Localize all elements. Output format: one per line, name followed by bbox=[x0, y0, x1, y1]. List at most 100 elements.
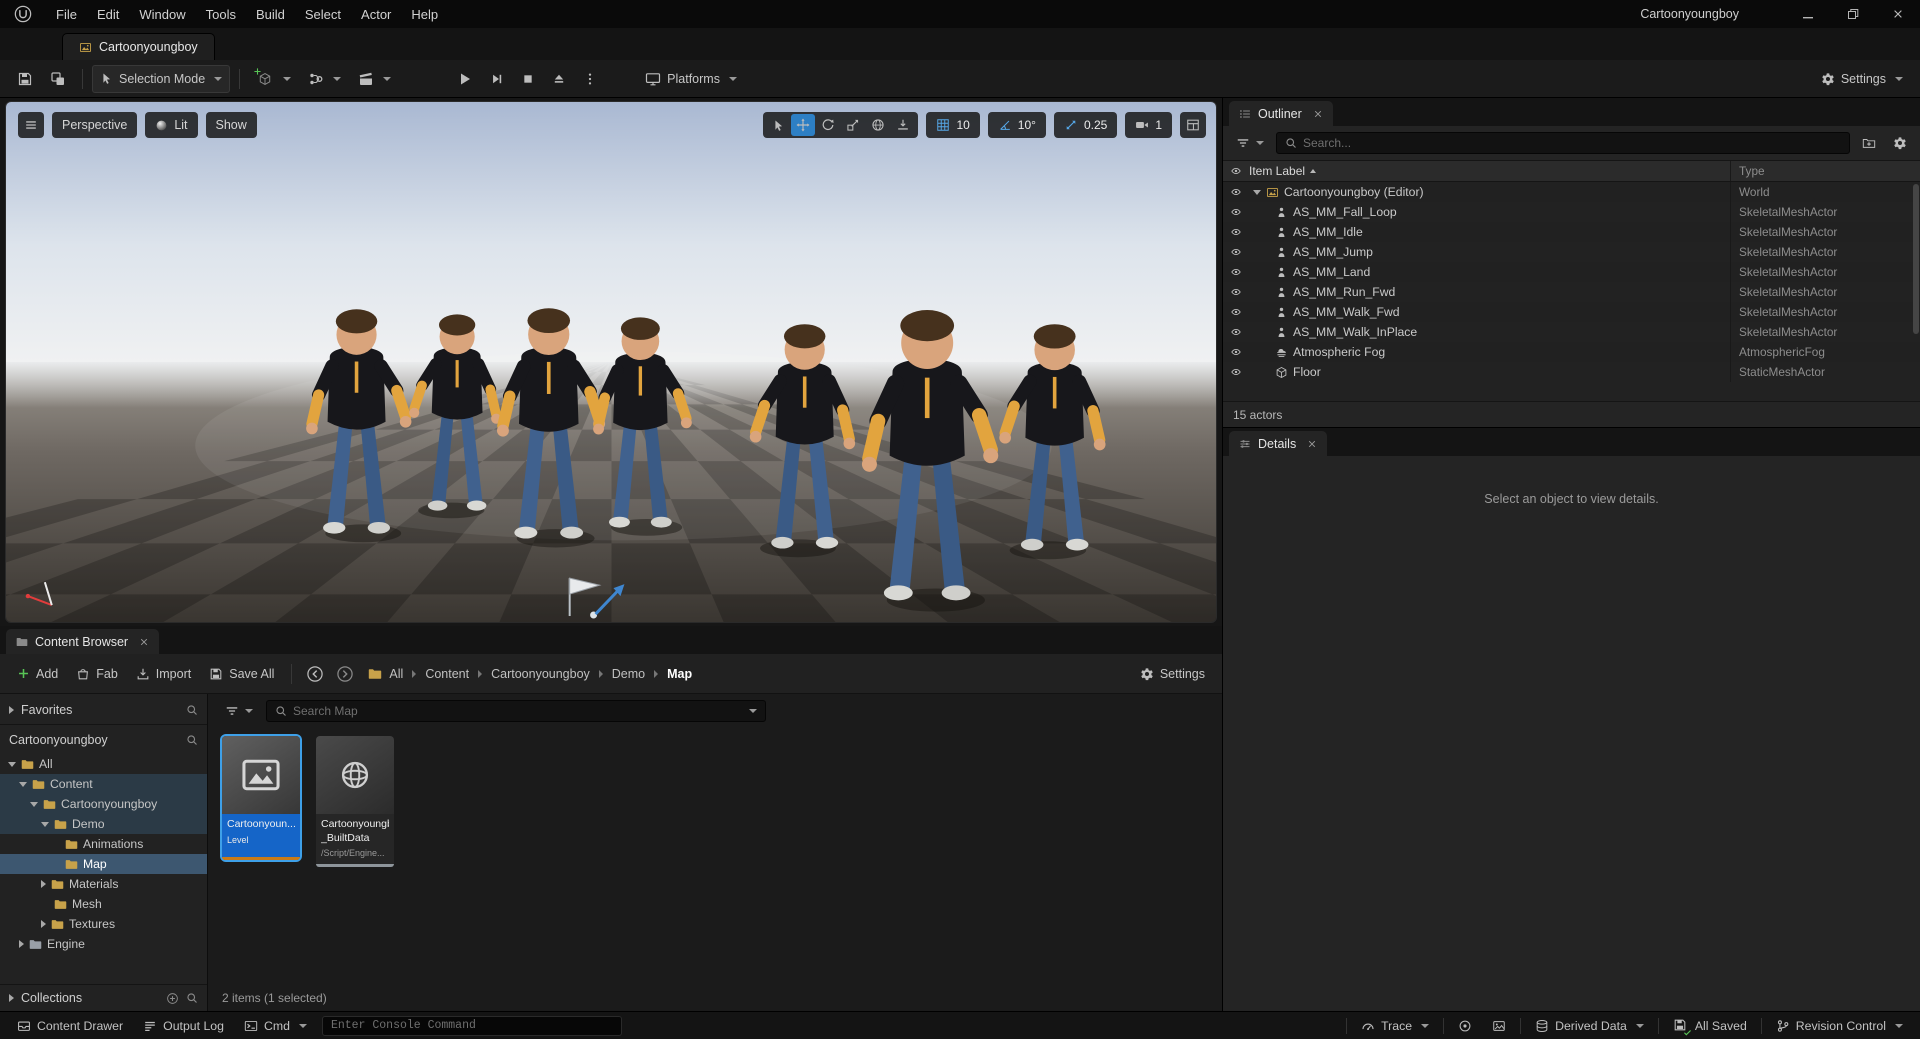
play-options-button[interactable] bbox=[576, 65, 604, 93]
column-item-label[interactable]: Item Label bbox=[1249, 164, 1730, 178]
expand-right-icon[interactable] bbox=[19, 940, 24, 948]
visibility-eye-icon[interactable] bbox=[1230, 366, 1242, 378]
visibility-eye-icon[interactable] bbox=[1230, 266, 1242, 278]
add-collection-icon[interactable] bbox=[166, 992, 179, 1005]
view-mode-dropdown[interactable]: Lit bbox=[145, 112, 198, 138]
breadcrumb-content[interactable]: Content bbox=[423, 665, 471, 683]
revision-control-button[interactable]: Revision Control bbox=[1767, 1012, 1912, 1039]
menu-help[interactable]: Help bbox=[401, 2, 448, 27]
visibility-eye-icon[interactable] bbox=[1230, 326, 1242, 338]
outliner-search-input[interactable] bbox=[1303, 136, 1841, 150]
asset-tile-level[interactable]: Cartoonyoun... Level bbox=[222, 736, 300, 860]
asset-search-field[interactable] bbox=[266, 700, 766, 722]
maximize-viewport-button[interactable] bbox=[1180, 112, 1206, 138]
console-command-input[interactable] bbox=[330, 1019, 613, 1032]
grid-snap-button[interactable]: 10 bbox=[926, 112, 980, 138]
folder-map[interactable]: Map bbox=[0, 854, 207, 874]
viewport-menu-button[interactable] bbox=[18, 112, 44, 138]
import-button[interactable]: Import bbox=[129, 660, 198, 688]
visibility-eye-icon[interactable] bbox=[1230, 186, 1242, 198]
fab-button[interactable]: Fab bbox=[69, 660, 125, 688]
cinematics-button[interactable] bbox=[351, 65, 398, 93]
expand-down-icon[interactable] bbox=[8, 761, 16, 767]
search-icon[interactable] bbox=[186, 734, 198, 746]
favorites-section[interactable]: Favorites bbox=[0, 697, 207, 722]
folder-all[interactable]: All bbox=[0, 754, 207, 774]
folder-textures[interactable]: Textures bbox=[0, 914, 207, 934]
search-icon[interactable] bbox=[186, 992, 198, 1004]
close-icon[interactable] bbox=[1307, 439, 1317, 449]
add-button[interactable]: Add bbox=[10, 660, 65, 688]
outliner-settings-button[interactable] bbox=[1888, 131, 1912, 155]
forward-button[interactable] bbox=[334, 663, 356, 685]
world-local-toggle[interactable] bbox=[866, 114, 890, 136]
output-log-button[interactable]: Output Log bbox=[134, 1012, 233, 1039]
expand-down-icon[interactable] bbox=[41, 821, 49, 827]
menu-actor[interactable]: Actor bbox=[351, 2, 401, 27]
content-browser-settings-button[interactable]: Settings bbox=[1133, 660, 1212, 688]
folder-mesh[interactable]: Mesh bbox=[0, 894, 207, 914]
expand-right-icon[interactable] bbox=[41, 920, 46, 928]
move-tool-button[interactable] bbox=[791, 114, 816, 136]
stop-button[interactable] bbox=[514, 65, 542, 93]
perspective-dropdown[interactable]: Perspective bbox=[52, 112, 138, 138]
outliner-row-actor[interactable]: AS_MM_Jump SkeletalMeshActor bbox=[1223, 242, 1920, 262]
folder-materials[interactable]: Materials bbox=[0, 874, 207, 894]
breadcrumb-map[interactable]: Map bbox=[665, 665, 694, 683]
outliner-row-actor[interactable]: AS_MM_Run_Fwd SkeletalMeshActor bbox=[1223, 282, 1920, 302]
platforms-dropdown[interactable]: Platforms bbox=[638, 65, 744, 93]
skip-button[interactable] bbox=[483, 65, 511, 93]
menu-file[interactable]: File bbox=[46, 2, 87, 27]
menu-build[interactable]: Build bbox=[246, 2, 295, 27]
outliner-row-world[interactable]: Cartoonyoungboy (Editor) World bbox=[1223, 182, 1920, 202]
outliner-row-actor[interactable]: Floor StaticMeshActor bbox=[1223, 362, 1920, 382]
surface-snapping-button[interactable] bbox=[891, 114, 915, 136]
save-button[interactable] bbox=[10, 65, 40, 93]
visibility-eye-icon[interactable] bbox=[1230, 346, 1242, 358]
folder-engine[interactable]: Engine bbox=[0, 934, 207, 954]
breadcrumb-demo[interactable]: Demo bbox=[610, 665, 647, 683]
restore-button[interactable] bbox=[1830, 0, 1875, 28]
selection-mode-dropdown[interactable]: Selection Mode bbox=[92, 64, 231, 93]
scale-snap-button[interactable]: 0.25 bbox=[1053, 112, 1118, 138]
content-browser-tab[interactable]: Content Browser bbox=[6, 629, 160, 654]
expand-down-icon[interactable] bbox=[1253, 189, 1261, 195]
visibility-eye-icon[interactable] bbox=[1230, 286, 1242, 298]
rotate-tool-button[interactable] bbox=[816, 114, 840, 136]
content-drawer-button[interactable]: Content Drawer bbox=[8, 1012, 132, 1039]
folder-animations[interactable]: Animations bbox=[0, 834, 207, 854]
breadcrumb-all[interactable]: All bbox=[387, 665, 405, 683]
show-dropdown[interactable]: Show bbox=[205, 112, 257, 138]
folder-demo[interactable]: Demo bbox=[0, 814, 207, 834]
folder-content[interactable]: Content bbox=[0, 774, 207, 794]
asset-search-input[interactable] bbox=[293, 704, 740, 718]
outliner-tab[interactable]: Outliner bbox=[1229, 101, 1333, 126]
outliner-row-actor[interactable]: AS_MM_Idle SkeletalMeshActor bbox=[1223, 222, 1920, 242]
eject-button[interactable] bbox=[545, 65, 573, 93]
screenshot-button[interactable] bbox=[1483, 1012, 1515, 1039]
rotation-snap-button[interactable]: 10° bbox=[987, 112, 1046, 138]
select-tool-button[interactable] bbox=[766, 114, 790, 136]
expand-right-icon[interactable] bbox=[41, 880, 46, 888]
scale-tool-button[interactable] bbox=[841, 114, 865, 136]
visibility-eye-icon[interactable] bbox=[1230, 306, 1242, 318]
trace-button[interactable]: Trace bbox=[1352, 1012, 1438, 1039]
minimize-button[interactable] bbox=[1785, 0, 1830, 28]
outliner-row-actor[interactable]: AS_MM_Walk_Fwd SkeletalMeshActor bbox=[1223, 302, 1920, 322]
folder-cartoonyoungboy[interactable]: Cartoonyoungboy bbox=[0, 794, 207, 814]
editor-modes-button[interactable] bbox=[43, 65, 73, 93]
filter-button[interactable] bbox=[220, 701, 258, 721]
menu-select[interactable]: Select bbox=[295, 2, 351, 27]
close-button[interactable] bbox=[1875, 0, 1920, 28]
details-tab[interactable]: Details bbox=[1229, 431, 1328, 456]
outliner-row-actor[interactable]: Atmospheric Fog AtmosphericFog bbox=[1223, 342, 1920, 362]
close-icon[interactable] bbox=[1313, 109, 1323, 119]
outliner-row-actor[interactable]: AS_MM_Walk_InPlace SkeletalMeshActor bbox=[1223, 322, 1920, 342]
outliner-filter-button[interactable] bbox=[1231, 133, 1269, 153]
menu-edit[interactable]: Edit bbox=[87, 2, 129, 27]
blueprints-button[interactable] bbox=[301, 65, 348, 93]
add-actor-button[interactable] bbox=[249, 65, 298, 93]
sources-root[interactable]: Cartoonyoungboy bbox=[0, 727, 207, 752]
asset-tile-built-data[interactable]: Cartoonyoungb _BuiltData /Script/Engine.… bbox=[316, 736, 394, 868]
visibility-eye-icon[interactable] bbox=[1230, 206, 1242, 218]
